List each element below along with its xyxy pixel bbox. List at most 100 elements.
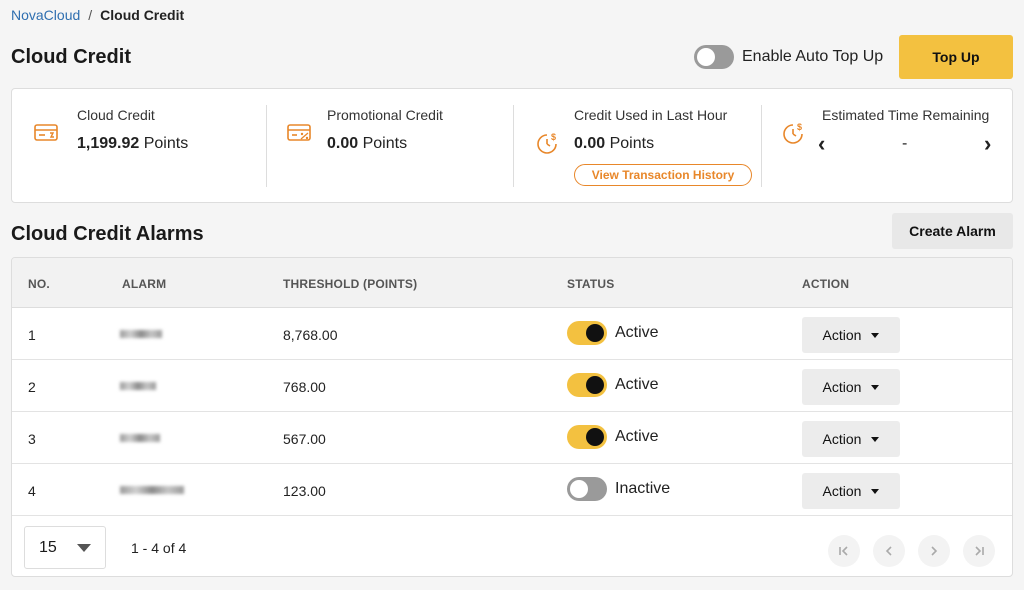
table-row: 2 768.00 Active Action (12, 360, 1012, 412)
alarm-name-redacted (120, 382, 156, 390)
column-header-threshold: THRESHOLD (POINTS) (283, 277, 418, 291)
action-dropdown-button[interactable]: Action (802, 317, 900, 353)
promotional-credit-value: 0.00 Points (327, 135, 407, 153)
toggle-knob (586, 376, 604, 394)
alarm-name-redacted (120, 434, 160, 442)
cloud-credit-unit: Points (143, 135, 189, 152)
table-row: 4 123.00 Inactive Action (12, 464, 1012, 516)
status-text: Inactive (615, 480, 671, 497)
toggle-knob (586, 324, 604, 342)
alarms-table: NO. ALARM THRESHOLD (POINTS) STATUS ACTI… (11, 257, 1013, 577)
prev-page-button[interactable] (873, 535, 905, 567)
row-number: 1 (28, 327, 36, 343)
last-page-button[interactable] (963, 535, 995, 567)
chevron-left-icon (885, 546, 892, 556)
clock-dollar-icon: $ (534, 131, 560, 162)
auto-topup-label: Enable Auto Top Up (742, 48, 884, 65)
cloud-credit-value: 1,199.92 Points (77, 135, 188, 153)
action-label: Action (822, 327, 862, 343)
status-text: Active (615, 428, 659, 445)
toggle-knob (570, 480, 588, 498)
table-row: 3 567.00 Active Action (12, 412, 1012, 464)
table-footer: 15 1 - 4 of 4 (12, 518, 1012, 576)
status-toggle[interactable] (567, 373, 607, 397)
column-header-status: STATUS (567, 277, 615, 291)
breadcrumb-separator: / (88, 7, 93, 23)
credit-used-unit: Points (609, 135, 655, 152)
promotional-credit-unit: Points (362, 135, 408, 152)
breadcrumb-current: Cloud Credit (100, 7, 185, 23)
caret-down-icon (871, 436, 880, 442)
auto-topup-control: Enable Auto Top Up (694, 45, 883, 69)
action-label: Action (822, 379, 862, 395)
credit-summary-card: Cloud Credit 1,199.92 Points Promotional… (11, 88, 1013, 203)
promo-card-icon (287, 123, 313, 148)
last-page-icon (975, 546, 984, 556)
status-text: Active (615, 376, 659, 393)
action-dropdown-button[interactable]: Action (802, 369, 900, 405)
column-header-no: NO. (28, 277, 50, 291)
column-header-alarm: ALARM (122, 277, 167, 291)
next-page-button[interactable] (918, 535, 950, 567)
toggle-knob (697, 48, 715, 66)
column-header-action: ACTION (802, 277, 850, 291)
row-number: 2 (28, 379, 36, 395)
credit-used-value: 0.00 Points (574, 135, 654, 153)
svg-text:$: $ (551, 132, 556, 142)
action-dropdown-button[interactable]: Action (802, 421, 900, 457)
row-status: Active (567, 373, 659, 397)
credit-used-metric: $ Credit Used in Last Hour 0.00 Points V… (514, 89, 762, 202)
time-remaining-value: - (902, 135, 908, 152)
row-threshold: 123.00 (283, 483, 326, 499)
status-toggle[interactable] (567, 425, 607, 449)
cloud-credit-title: Cloud Credit (77, 107, 155, 123)
row-status: Active (567, 321, 659, 345)
status-text: Active (615, 324, 659, 341)
credit-card-icon (34, 123, 60, 148)
auto-topup-toggle[interactable] (694, 45, 734, 69)
row-threshold: 8,768.00 (283, 327, 338, 343)
credit-used-amount: 0.00 (574, 135, 606, 152)
toggle-knob (586, 428, 604, 446)
row-number: 3 (28, 431, 36, 447)
alarm-name-redacted (120, 486, 184, 494)
caret-down-icon (871, 332, 880, 338)
alarm-name-redacted (120, 330, 162, 338)
create-alarm-button[interactable]: Create Alarm (892, 213, 1013, 249)
time-remaining-metric: $ Estimated Time Remaining ‹ - › (762, 89, 1012, 202)
promotional-credit-title: Promotional Credit (327, 107, 443, 123)
alarms-section-title: Cloud Credit Alarms (11, 223, 204, 245)
first-page-button[interactable] (828, 535, 860, 567)
table-row: 1 8,768.00 Active Action (12, 308, 1012, 360)
promotional-credit-metric: Promotional Credit 0.00 Points (267, 89, 514, 202)
time-remaining-prev-arrow[interactable]: ‹ (818, 131, 825, 157)
row-status: Active (567, 425, 659, 449)
cloud-credit-amount: 1,199.92 (77, 135, 140, 152)
time-remaining-next-arrow[interactable]: › (984, 131, 991, 157)
page-size-select[interactable]: 15 (24, 526, 106, 569)
view-transaction-history-button[interactable]: View Transaction History (574, 164, 752, 186)
status-toggle[interactable] (567, 477, 607, 501)
action-dropdown-button[interactable]: Action (802, 473, 900, 509)
action-label: Action (822, 483, 862, 499)
table-header: NO. ALARM THRESHOLD (POINTS) STATUS ACTI… (12, 258, 1012, 308)
row-status: Inactive (567, 477, 670, 501)
time-remaining-title: Estimated Time Remaining (822, 107, 990, 123)
first-page-icon (839, 546, 848, 556)
row-threshold: 768.00 (283, 379, 326, 395)
caret-down-icon (871, 488, 880, 494)
breadcrumb-root-link[interactable]: NovaCloud (11, 7, 80, 23)
dropdown-triangle-icon (77, 543, 91, 552)
row-threshold: 567.00 (283, 431, 326, 447)
clock-dollar-icon: $ (780, 121, 806, 152)
top-up-button[interactable]: Top Up (899, 35, 1013, 79)
chevron-right-icon (931, 546, 938, 556)
page-size-value: 15 (39, 538, 57, 556)
status-toggle[interactable] (567, 321, 607, 345)
cloud-credit-metric: Cloud Credit 1,199.92 Points (12, 89, 267, 202)
svg-text:$: $ (797, 122, 802, 132)
page-title: Cloud Credit (11, 46, 131, 68)
pagination-range: 1 - 4 of 4 (131, 540, 187, 556)
caret-down-icon (871, 384, 880, 390)
row-number: 4 (28, 483, 36, 499)
